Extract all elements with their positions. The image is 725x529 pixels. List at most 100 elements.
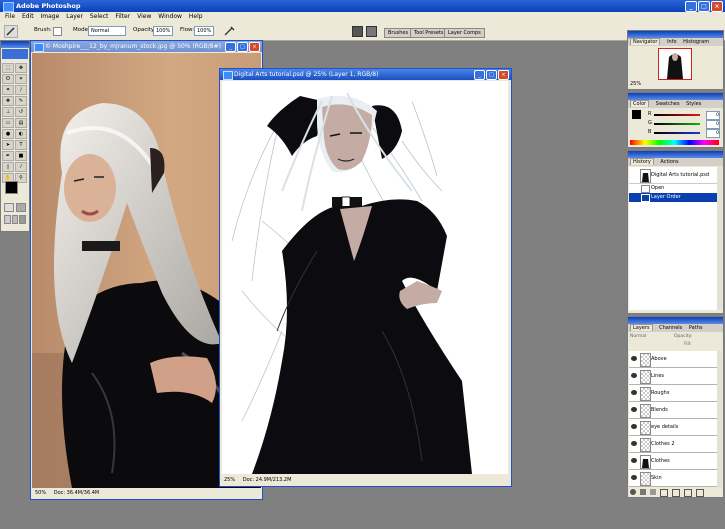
artwork-close-button[interactable]: × — [498, 70, 509, 80]
opacity-field[interactable]: 100% — [153, 26, 173, 36]
well-tab-tool-presets[interactable]: Tool Presets — [410, 28, 448, 38]
menu-edit[interactable]: Edit — [22, 13, 34, 20]
well-tab-brushes[interactable]: Brushes — [384, 28, 413, 38]
slice-tool-icon[interactable]: ∕ — [15, 85, 27, 95]
color-titlebar[interactable] — [628, 93, 723, 100]
navigator-titlebar[interactable] — [628, 31, 723, 38]
eraser-tool-icon[interactable]: ▭ — [2, 118, 14, 128]
move-tool-icon[interactable]: ✥ — [15, 63, 27, 73]
brush-tool-icon[interactable]: ✎ — [15, 96, 27, 106]
photo-maximize-button[interactable]: □ — [237, 42, 248, 52]
color-ramp[interactable] — [630, 140, 719, 145]
layer-row[interactable]: Clothes — [629, 453, 717, 470]
artwork-zoom-level[interactable]: 25% — [221, 477, 238, 483]
tab-info[interactable]: Info — [667, 39, 676, 45]
new-group-icon[interactable] — [660, 489, 668, 497]
mode-select[interactable]: Normal — [88, 26, 126, 36]
trash-icon[interactable] — [696, 489, 704, 497]
menu-layer[interactable]: Layer — [66, 13, 83, 20]
well-tab-layer-comps[interactable]: Layer Comps — [444, 28, 485, 38]
history-titlebar[interactable] — [628, 151, 723, 158]
slider-blue[interactable]: B0 — [628, 128, 723, 138]
brush-picker[interactable] — [53, 27, 62, 36]
blend-mode-select[interactable]: Normal — [630, 334, 646, 339]
eye-icon[interactable] — [631, 458, 637, 463]
history-brush-tool-icon[interactable]: ↺ — [15, 107, 27, 117]
minimize-button[interactable]: _ — [685, 1, 697, 12]
brush-tool-preset-icon[interactable] — [4, 25, 18, 38]
layer-mask-icon[interactable] — [650, 489, 656, 495]
lasso-tool-icon[interactable]: ʘ — [2, 74, 14, 84]
slider-red[interactable]: R0 — [628, 110, 723, 120]
artwork-maximize-button[interactable]: □ — [486, 70, 497, 80]
tab-color[interactable]: Color — [630, 100, 650, 107]
navigator-preview[interactable] — [658, 48, 692, 80]
shape-tool-icon[interactable]: ■ — [15, 151, 27, 161]
path-selection-tool-icon[interactable]: ➤ — [2, 140, 14, 150]
close-button[interactable]: × — [711, 1, 723, 12]
adobe-online-icon[interactable] — [2, 49, 28, 59]
magic-wand-tool-icon[interactable]: ✶ — [15, 74, 27, 84]
pen-tool-icon[interactable]: ✒ — [2, 151, 14, 161]
layer-row[interactable]: eye details — [629, 419, 717, 436]
flow-field[interactable]: 100% — [194, 26, 214, 36]
eye-icon[interactable] — [631, 356, 637, 361]
standard-mode-icon[interactable] — [4, 203, 14, 212]
quick-mask-mode-icon[interactable] — [16, 203, 26, 212]
airbrush-icon[interactable] — [224, 25, 235, 36]
slider-green[interactable]: G0 — [628, 119, 723, 129]
photo-doc-info[interactable]: Doc: 36.4M/36.4M — [51, 490, 103, 496]
marquee-tool-icon[interactable]: ⬚ — [2, 63, 14, 73]
menu-image[interactable]: Image — [41, 13, 60, 20]
blur-tool-icon[interactable]: ● — [2, 129, 14, 139]
navigator-zoom[interactable]: 25% — [630, 81, 641, 87]
gradient-tool-icon[interactable]: ▤ — [15, 118, 27, 128]
layer-row[interactable]: Blends — [629, 402, 717, 419]
menu-select[interactable]: Select — [90, 13, 109, 20]
eye-icon[interactable] — [631, 407, 637, 412]
tab-layers[interactable]: Layers — [630, 324, 653, 331]
tab-styles[interactable]: Styles — [686, 101, 701, 107]
eye-icon[interactable] — [631, 424, 637, 429]
palette-toggle-icon[interactable] — [366, 26, 377, 37]
tab-navigator[interactable]: Navigator — [630, 38, 661, 45]
healing-brush-tool-icon[interactable]: ✚ — [2, 96, 14, 106]
adjustment-layer-icon[interactable] — [672, 489, 680, 497]
clone-stamp-tool-icon[interactable]: ⊥ — [2, 107, 14, 117]
full-screen-menu-icon[interactable] — [11, 215, 19, 224]
link-layers-icon[interactable] — [630, 489, 636, 495]
photo-zoom-level[interactable]: 50% — [32, 490, 49, 496]
layer-row[interactable]: Clothes 2 — [629, 436, 717, 453]
history-scrollbar[interactable] — [717, 167, 722, 310]
foreground-color-swatch[interactable] — [5, 181, 18, 194]
tab-history[interactable]: History — [630, 158, 654, 165]
dodge-tool-icon[interactable]: ◐ — [15, 129, 27, 139]
menu-help[interactable]: Help — [189, 13, 203, 20]
photo-minimize-button[interactable]: _ — [225, 42, 236, 52]
layer-row[interactable]: Roughs — [629, 385, 717, 402]
type-tool-icon[interactable]: T — [15, 140, 27, 150]
maximize-button[interactable]: □ — [698, 1, 710, 12]
artwork-canvas[interactable] — [222, 81, 508, 474]
tab-channels[interactable]: Channels — [659, 325, 682, 331]
eyedropper-tool-icon[interactable]: ⁄ — [15, 162, 27, 172]
standard-screen-icon[interactable] — [4, 215, 11, 224]
layer-style-icon[interactable] — [640, 489, 646, 495]
full-screen-icon[interactable] — [19, 215, 27, 224]
menu-filter[interactable]: Filter — [115, 13, 130, 20]
photo-close-button[interactable]: × — [249, 42, 260, 52]
artwork-minimize-button[interactable]: _ — [474, 70, 485, 80]
menu-view[interactable]: View — [137, 13, 151, 20]
menu-window[interactable]: Window — [158, 13, 182, 20]
layers-titlebar[interactable] — [628, 317, 723, 324]
artwork-doc-info[interactable]: Doc: 24.9M/213.2M — [240, 477, 295, 483]
eye-icon[interactable] — [631, 390, 637, 395]
eye-icon[interactable] — [631, 475, 637, 480]
tab-paths[interactable]: Paths — [689, 325, 703, 331]
artwork-document-titlebar[interactable]: Digital Arts tutorial.psd @ 25% (Layer 1… — [220, 69, 511, 80]
eye-icon[interactable] — [631, 373, 637, 378]
history-item-open[interactable]: Open — [629, 184, 717, 193]
layer-row[interactable]: Skin — [629, 470, 717, 487]
file-browser-icon[interactable] — [352, 26, 363, 37]
layer-row[interactable]: Lines — [629, 368, 717, 385]
